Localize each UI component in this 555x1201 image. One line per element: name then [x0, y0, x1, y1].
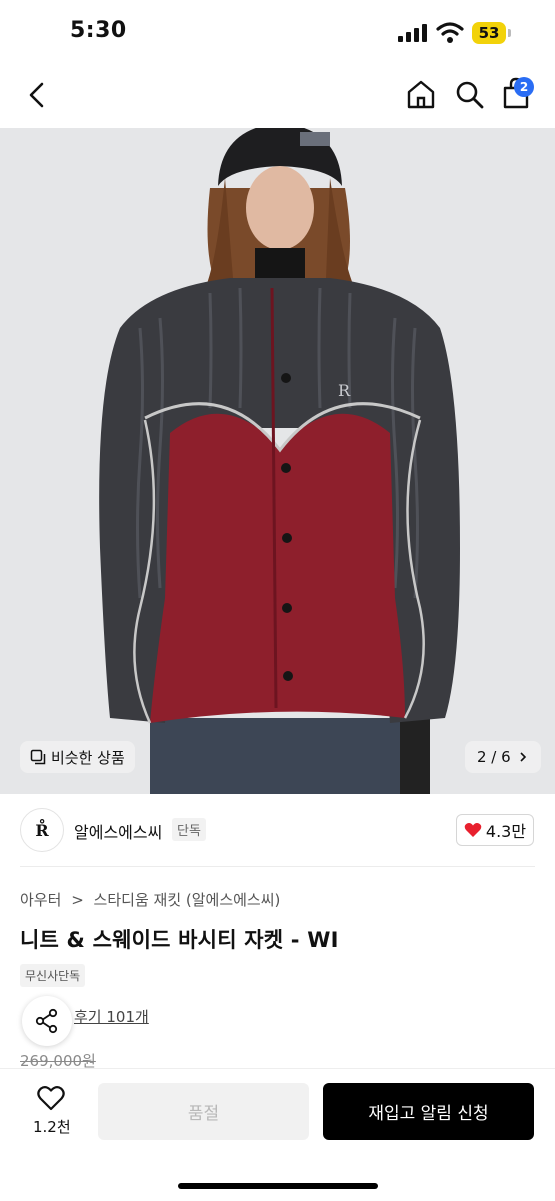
breadcrumb-subcategory[interactable]: 스타디움 재킷 (알에스에스씨) — [94, 891, 281, 909]
restock-alert-button[interactable]: 재입고 알림 신청 — [323, 1083, 534, 1140]
similar-products-button[interactable]: 비슷한 상품 — [20, 741, 135, 773]
divider — [20, 866, 535, 867]
brand-name[interactable]: 알에스에스씨 — [74, 819, 162, 843]
brand-like-count: 4.3만 — [485, 822, 527, 841]
cellular-signal-icon — [398, 24, 428, 42]
image-page-indicator[interactable]: 2 / 6 — [465, 741, 541, 773]
status-time: 5:30 — [70, 18, 127, 43]
home-indicator[interactable] — [178, 1183, 378, 1189]
product-title: 니트 & 스웨이드 바시티 자켓 - WI — [20, 928, 339, 952]
cart-count-badge: 2 — [514, 77, 534, 97]
brand-like-button[interactable]: 4.3만 — [456, 814, 534, 846]
soldout-button[interactable]: 품절 — [98, 1083, 309, 1140]
brand-logo[interactable]: R̊ — [20, 808, 64, 852]
share-icon — [35, 1008, 58, 1034]
battery-indicator: 53 — [472, 22, 506, 44]
breadcrumb-category[interactable]: 아우터 — [20, 891, 61, 909]
heart-icon — [464, 823, 482, 837]
home-icon[interactable] — [405, 78, 437, 110]
share-button[interactable] — [22, 996, 72, 1046]
product-image[interactable]: R — [0, 128, 555, 794]
svg-text:R: R — [338, 381, 351, 400]
reviews-link[interactable]: 후기 101개 — [74, 1006, 149, 1027]
brand-logo-text: R̊ — [35, 820, 49, 840]
similar-icon — [30, 749, 46, 765]
wishlist-count: 1.2천 — [33, 1118, 71, 1136]
brand-exclusive-tag: 단독 — [172, 818, 206, 841]
exclusive-badge: 무신사단독 — [20, 964, 86, 987]
similar-products-label: 비슷한 상품 — [51, 748, 125, 767]
chevron-right-icon — [520, 752, 526, 762]
wishlist-heart-icon[interactable] — [37, 1085, 65, 1111]
battery-tip — [508, 29, 511, 37]
wifi-icon — [436, 22, 464, 43]
page-indicator-text: 2 / 6 — [477, 748, 511, 766]
product-photo: R — [0, 128, 555, 794]
breadcrumb-separator-icon: > — [71, 891, 84, 909]
breadcrumb: 아우터 > 스타디움 재킷 (알에스에스씨) — [20, 889, 280, 910]
back-icon[interactable] — [22, 80, 52, 110]
search-icon[interactable] — [455, 80, 485, 110]
